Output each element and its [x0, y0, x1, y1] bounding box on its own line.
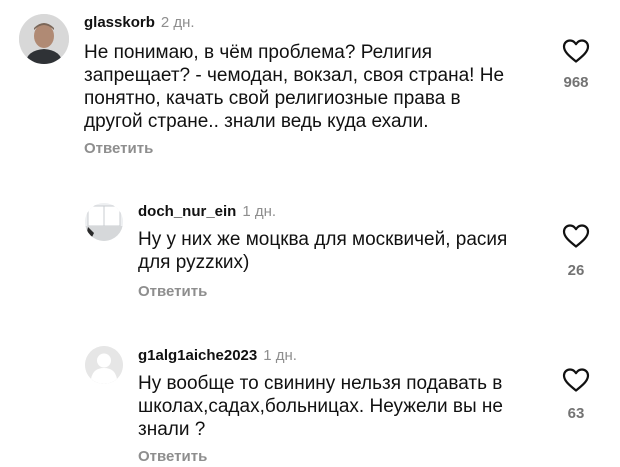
- comment-header: g1alg1aiche2023 1 дн.: [138, 347, 297, 364]
- heart-outline-icon[interactable]: [562, 38, 590, 64]
- comment-text-line: знали ?: [138, 419, 206, 440]
- comment-text: Не понимаю, в чём проблема? Религия запр…: [84, 41, 504, 133]
- heart-outline-icon[interactable]: [562, 367, 590, 393]
- comment-text-line: понятно, качать свой религиозные права в: [84, 88, 461, 109]
- avatar[interactable]: [19, 14, 69, 64]
- comment-text-line: запрещает? - чемодан, вокзал, своя стран…: [84, 65, 505, 86]
- comment-text: Ну вообще то свинину нельзя подавать в ш…: [138, 372, 503, 441]
- avatar[interactable]: [85, 203, 123, 241]
- comment-text-line: школах,садах,больницах. Неужели вы не: [138, 396, 503, 417]
- comment-text-line: другой стране.. знали ведь куда ехали.: [84, 111, 429, 132]
- comment-header: doch_nur_ein 1 дн.: [138, 203, 276, 220]
- comment: glasskorb 2 дн. Не понимаю, в чём проблем…: [0, 0, 620, 170]
- username[interactable]: glasskorb: [84, 14, 155, 31]
- comment-text-line: для руzzких): [138, 252, 250, 273]
- like-count: 26: [567, 262, 585, 279]
- avatar[interactable]: [85, 346, 123, 384]
- comment-text: Ну у них же моцква для москвичей, расия …: [138, 228, 507, 274]
- reply-button[interactable]: Ответить: [138, 448, 207, 465]
- like-count: 63: [567, 405, 585, 422]
- reply-button[interactable]: Ответить: [84, 140, 153, 157]
- heart-outline-icon[interactable]: [562, 223, 590, 249]
- timestamp: 2 дн.: [160, 14, 195, 31]
- username[interactable]: g1alg1aiche2023: [138, 347, 257, 364]
- comment-text-line: Не понимаю, в чём проблема? Религия: [84, 42, 433, 63]
- timestamp: 1 дн.: [242, 203, 277, 220]
- username[interactable]: doch_nur_ein: [138, 203, 236, 220]
- comment-header: glasskorb 2 дн.: [84, 14, 195, 31]
- comment-reply: g1alg1aiche2023 1 дн. Ну вообще то свинин…: [0, 335, 620, 467]
- comment-text-line: Ну у них же моцква для москвичей, расия: [138, 229, 508, 250]
- reply-button[interactable]: Ответить: [138, 283, 207, 300]
- comment-reply: doch_nur_ein 1 дн. Ну у них же моцква для…: [0, 190, 620, 320]
- comment-text-line: Ну вообще то свинину нельзя подавать в: [138, 373, 503, 394]
- like-count: 968: [563, 74, 589, 91]
- timestamp: 1 дн.: [263, 347, 297, 364]
